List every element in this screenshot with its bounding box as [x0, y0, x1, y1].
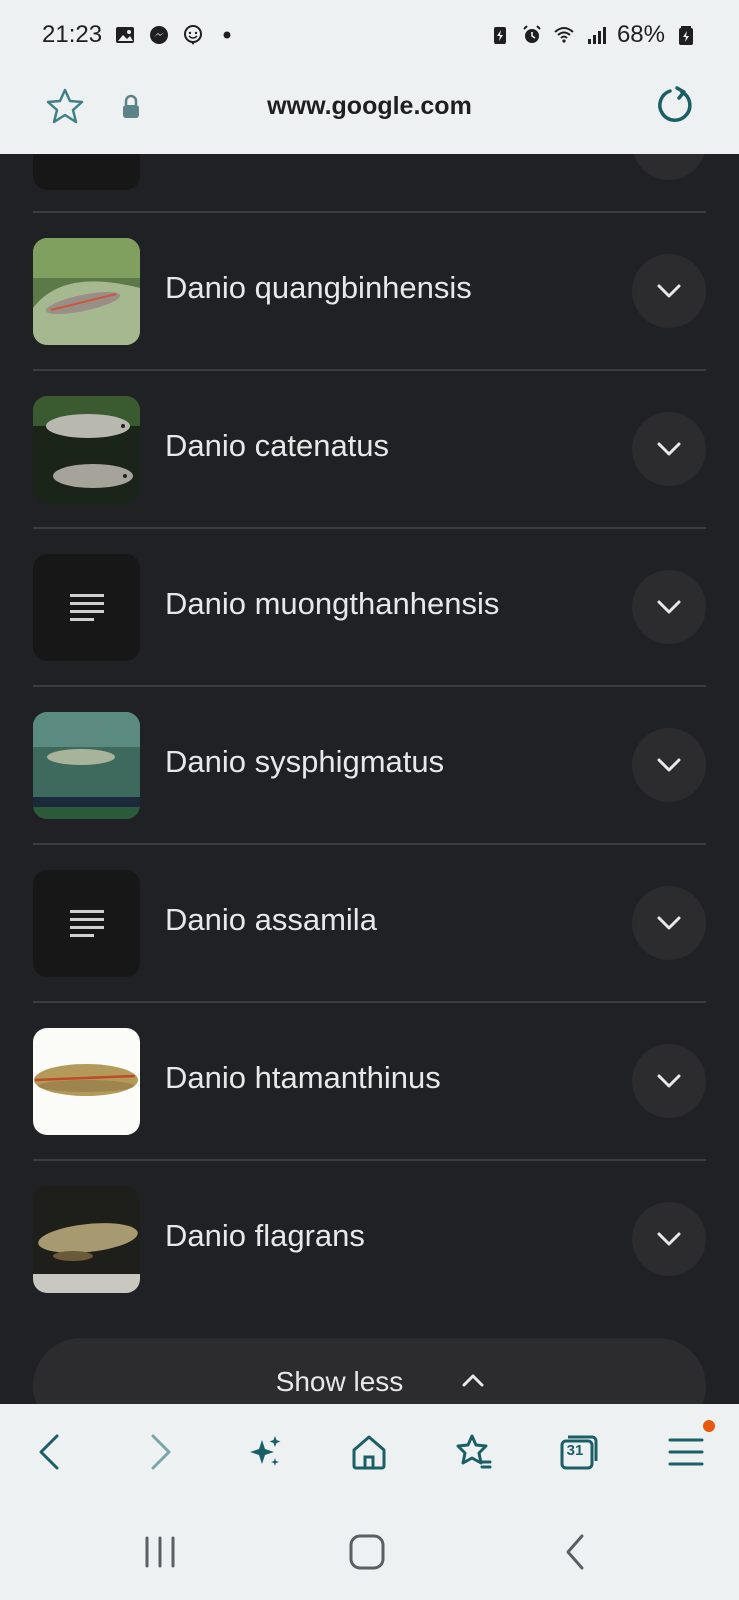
forward-button[interactable] — [135, 1428, 183, 1476]
chevron-down-icon — [657, 758, 681, 772]
expand-button[interactable] — [632, 1202, 706, 1276]
show-less-label: Show less — [275, 1366, 404, 1397]
home-nav-button[interactable] — [347, 1532, 387, 1572]
chevron-down-icon — [657, 284, 681, 298]
hamburger-menu-icon — [668, 1438, 704, 1466]
bookmarks-button[interactable] — [450, 1428, 498, 1476]
tabs-button[interactable]: 31 — [555, 1428, 603, 1476]
list-item[interactable]: Danio muongthanhensis — [0, 528, 739, 686]
species-name: Danio assamila — [165, 902, 377, 937]
expand-button[interactable] — [632, 570, 706, 644]
fish-thumbnail — [33, 396, 140, 503]
home-square-icon — [349, 1534, 385, 1570]
url-text[interactable]: www.google.com — [0, 92, 739, 121]
partial-expand-button[interactable] — [632, 154, 706, 180]
chevron-down-icon — [657, 916, 681, 930]
forward-arrow-icon — [151, 1434, 171, 1470]
fish-thumbnail — [33, 712, 140, 819]
list-item[interactable]: Danio assamila — [0, 844, 739, 1002]
document-thumbnail — [33, 870, 140, 977]
back-arrow-icon — [39, 1434, 59, 1470]
document-icon — [69, 593, 104, 621]
expand-button[interactable] — [632, 728, 706, 802]
list-item[interactable]: Danio sysphigmatus — [0, 686, 739, 844]
species-name: Danio catenatus — [165, 428, 390, 463]
system-nav-bar — [0, 1504, 739, 1600]
document-thumbnail — [33, 554, 140, 661]
species-name: Danio muongthanhensis — [165, 586, 500, 621]
chevron-down-icon — [657, 600, 681, 614]
show-less-button[interactable]: Show less — [33, 1338, 706, 1404]
list-item[interactable]: Danio catenatus — [0, 370, 739, 528]
battery-percent: 68% — [616, 21, 665, 48]
back-nav-button[interactable] — [556, 1532, 596, 1572]
ai-assist-button[interactable] — [240, 1428, 288, 1476]
expand-button[interactable] — [632, 886, 706, 960]
url-bar: www.google.com — [0, 70, 739, 154]
alarm-icon — [521, 24, 543, 46]
signal-icon — [585, 24, 607, 46]
species-name: Danio flagrans — [165, 1218, 365, 1253]
dot-icon — [216, 24, 238, 46]
bookmarks-star-icon — [456, 1434, 492, 1469]
reload-icon[interactable] — [652, 84, 696, 128]
back-chevron-icon — [566, 1534, 584, 1570]
sparkle-icon — [250, 1436, 281, 1466]
recent-apps-icon — [145, 1536, 175, 1568]
chevron-down-icon — [657, 1074, 681, 1088]
battery-saver-icon — [489, 24, 511, 46]
list-item[interactable]: Danio flagrans — [0, 1160, 739, 1318]
chevron-down-icon — [657, 442, 681, 456]
list-item[interactable]: Danio quangbinhensis — [0, 212, 739, 370]
list-item[interactable]: Danio htamanthinus — [0, 1002, 739, 1160]
back-button[interactable] — [27, 1428, 75, 1476]
status-left: 21:23 — [42, 21, 238, 49]
fish-thumbnail — [33, 238, 140, 345]
status-time: 21:23 — [42, 21, 103, 48]
species-name: Danio sysphigmatus — [165, 744, 445, 779]
battery-icon — [675, 24, 697, 46]
species-name: Danio quangbinhensis — [165, 270, 472, 305]
recent-apps-button[interactable] — [141, 1532, 181, 1572]
home-icon — [352, 1435, 386, 1470]
face-icon — [182, 24, 204, 46]
home-button[interactable] — [345, 1428, 393, 1476]
fish-thumbnail — [33, 1186, 140, 1293]
gallery-icon — [114, 24, 136, 46]
chevron-up-icon — [462, 1374, 484, 1387]
fish-thumbnail — [33, 1028, 140, 1135]
messenger-icon — [148, 24, 170, 46]
partial-thumbnail — [33, 154, 140, 190]
results-list: Danio quangbinhensis Danio catenatus Dan… — [0, 154, 739, 1404]
notification-dot — [703, 1420, 715, 1432]
menu-button[interactable] — [662, 1428, 710, 1476]
document-icon — [69, 909, 104, 937]
browser-toolbar: 31 — [0, 1404, 739, 1504]
status-bar: 21:23 68% — [0, 0, 739, 70]
expand-button[interactable] — [632, 254, 706, 328]
expand-button[interactable] — [632, 412, 706, 486]
wifi-icon — [553, 24, 575, 46]
tab-count: 31 — [566, 1442, 584, 1459]
chevron-down-icon — [657, 1232, 681, 1246]
expand-button[interactable] — [632, 1044, 706, 1118]
species-name: Danio htamanthinus — [165, 1060, 441, 1095]
status-right: 68% — [489, 21, 697, 49]
